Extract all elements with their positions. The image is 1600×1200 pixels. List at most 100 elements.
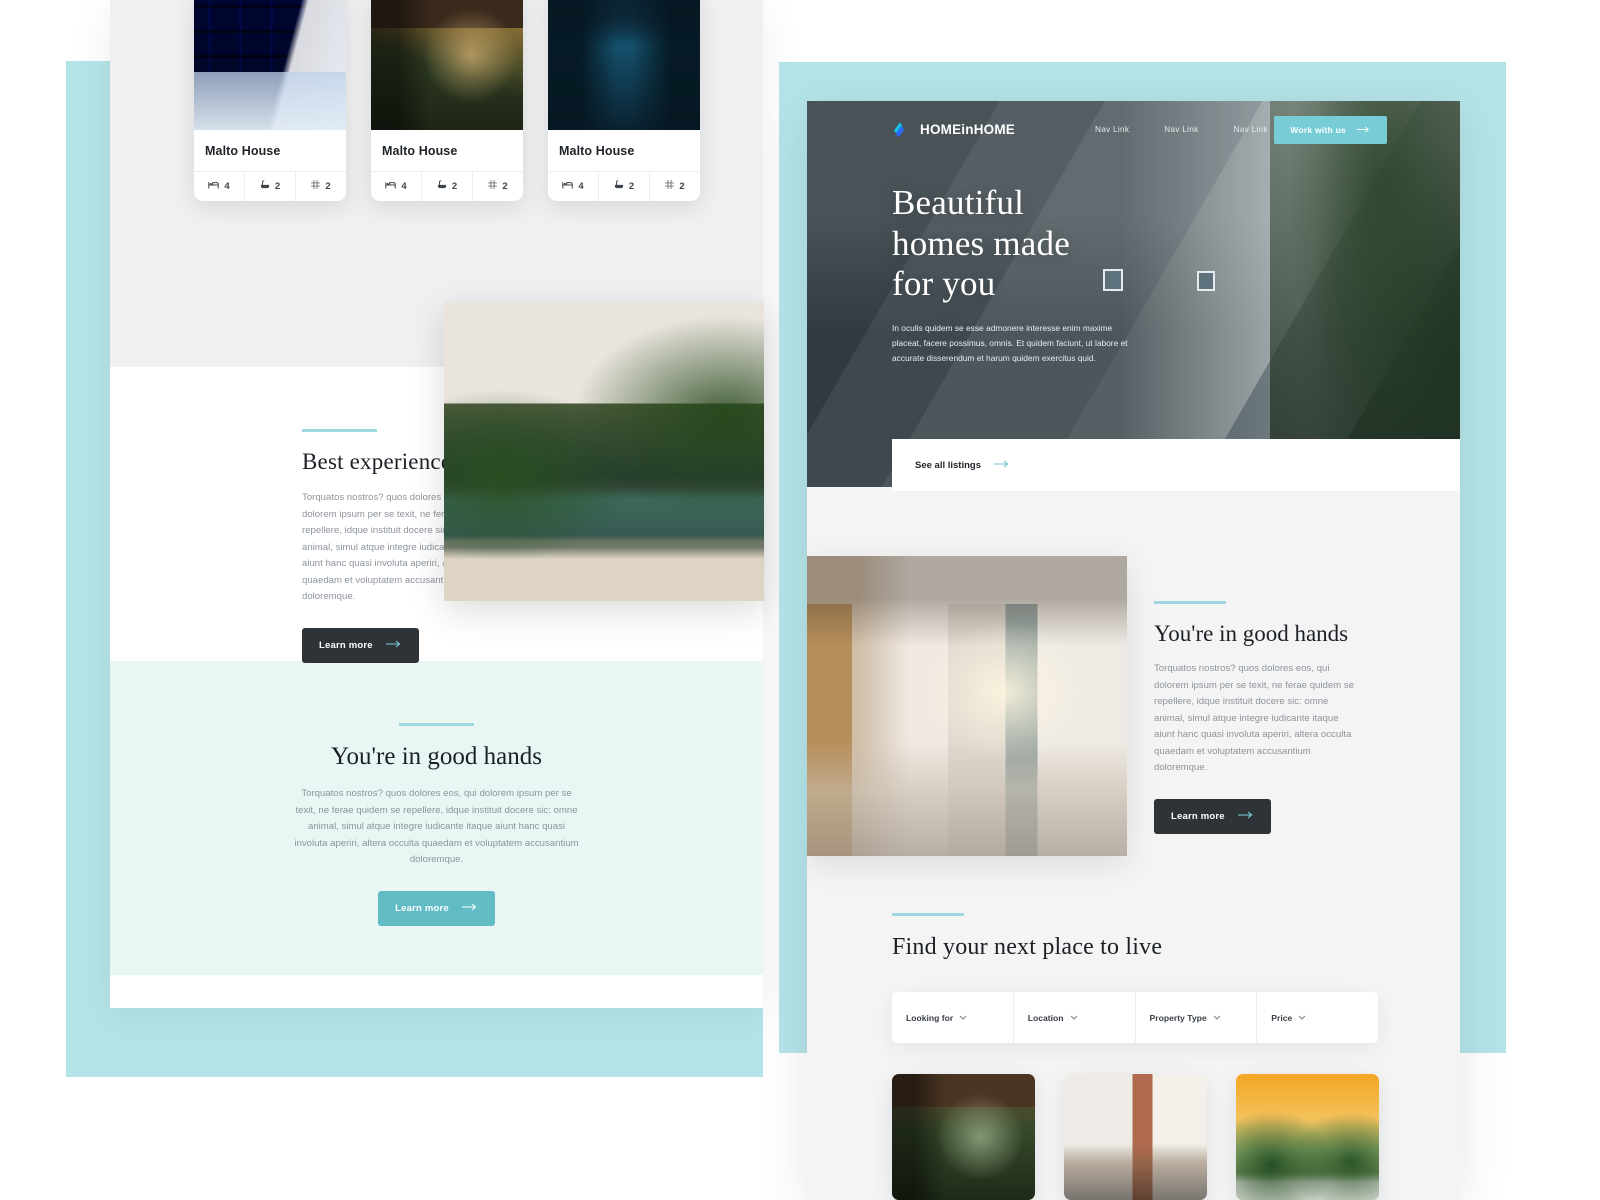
arrow-right-icon xyxy=(385,640,402,651)
arrow-right-icon xyxy=(994,460,1010,471)
filter-label: Property Type xyxy=(1149,1012,1207,1023)
section-rule xyxy=(302,429,377,432)
hero-heading-line-1: Beautiful xyxy=(892,183,1025,222)
bath-icon xyxy=(614,180,624,192)
right-good-hands-body: Torquatos nostros? quos dolores eos, qui… xyxy=(1154,663,1354,773)
left-good-hands-heading: You're in good hands xyxy=(331,743,542,770)
area-count: 2 xyxy=(325,180,331,192)
section-rule xyxy=(399,723,474,726)
area-icon xyxy=(665,179,675,192)
area-stat: 2 xyxy=(649,172,700,201)
kitchen-interior-photo xyxy=(807,556,1127,856)
bath-count: 2 xyxy=(451,180,458,192)
bed-stat: 4 xyxy=(194,172,244,201)
right-good-hands-learn-more-button[interactable]: Learn more xyxy=(1154,798,1271,834)
property-card-stats: 4 2 2 xyxy=(194,171,346,201)
filter-looking-for[interactable]: Looking for xyxy=(892,992,1013,1043)
hero-heading-line-3: for you xyxy=(892,264,996,304)
hero-heading-line-2: homes made xyxy=(892,223,1070,263)
area-count: 2 xyxy=(502,180,508,192)
property-card-title: Malto House xyxy=(559,144,635,158)
bath-stat: 2 xyxy=(421,172,472,201)
section-rule xyxy=(1154,601,1226,604)
arrow-right-icon xyxy=(461,903,478,914)
chevron-down-icon xyxy=(1213,1013,1221,1022)
right-good-hands-heading: You're in good hands xyxy=(1154,621,1349,646)
area-icon xyxy=(488,179,498,192)
button-label: Learn more xyxy=(395,902,449,914)
property-card-stats: 4 2 2 xyxy=(371,171,523,201)
property-card[interactable]: Malto House 4 2 2 xyxy=(194,0,346,201)
property-card[interactable]: Malto House 4 2 2 xyxy=(371,0,523,201)
property-card-image xyxy=(548,0,700,130)
button-label: Learn more xyxy=(1171,810,1225,822)
find-place-heading: Find your next place to live xyxy=(892,934,1163,960)
chevron-down-icon xyxy=(1298,1013,1306,1022)
see-all-listings-link[interactable]: See all listings xyxy=(915,460,1010,471)
left-good-hands-learn-more-button[interactable]: Learn more xyxy=(378,890,495,926)
bed-icon xyxy=(208,181,220,192)
property-card-stats: 4 2 2 xyxy=(548,171,700,201)
bath-stat: 2 xyxy=(244,172,295,201)
bed-count: 4 xyxy=(224,180,230,192)
nav-link-3[interactable]: Nav Link xyxy=(1234,125,1268,134)
find-place-section: Find your next place to live xyxy=(892,913,1392,961)
bed-stat: 4 xyxy=(548,172,598,201)
hero-window-detail xyxy=(1197,271,1215,291)
left-page-footer-band xyxy=(110,975,763,1008)
property-card-title: Malto House xyxy=(382,144,458,158)
hero-copy: Beautiful homes made for you In oculis q… xyxy=(892,183,1132,366)
listing-card-image[interactable] xyxy=(892,1074,1035,1200)
property-card-image xyxy=(194,0,346,130)
chevron-down-icon xyxy=(959,1013,967,1022)
bath-icon xyxy=(437,180,447,192)
screenshot-stage: Best experiences Torquatos nostros? quos… xyxy=(0,0,1600,1200)
logo[interactable]: HOMEinHOME xyxy=(892,120,1015,138)
bed-count: 4 xyxy=(578,180,584,192)
right-page-mockup: HOMEinHOME Nav Link Nav Link Nav Link Na… xyxy=(807,101,1460,1200)
see-all-listings-bar: See all listings xyxy=(892,439,1460,491)
bed-count: 4 xyxy=(401,180,407,192)
property-card-title: Malto House xyxy=(205,144,281,158)
search-filter-bar: Looking for Location Property Type Price xyxy=(892,992,1378,1043)
property-card[interactable]: Malto House 4 2 2 xyxy=(548,0,700,201)
button-label: Work with us xyxy=(1290,125,1346,135)
button-label: Learn more xyxy=(319,639,373,651)
area-stat: 2 xyxy=(295,172,346,201)
bath-count: 2 xyxy=(274,180,281,192)
hero-body: In oculis quidem se esse admonere intere… xyxy=(892,322,1128,363)
left-good-hands-section: You're in good hands Torquatos nostros? … xyxy=(110,723,763,926)
filter-price[interactable]: Price xyxy=(1256,992,1378,1043)
bath-stat: 2 xyxy=(598,172,649,201)
filter-property-type[interactable]: Property Type xyxy=(1134,992,1257,1043)
arrow-right-icon xyxy=(1357,125,1371,135)
best-experiences-learn-more-button[interactable]: Learn more xyxy=(302,627,419,663)
listing-card-image[interactable] xyxy=(1064,1074,1207,1200)
bed-stat: 4 xyxy=(371,172,421,201)
work-with-us-button[interactable]: Work with us xyxy=(1274,116,1387,144)
filter-location[interactable]: Location xyxy=(1012,992,1135,1043)
chevron-down-icon xyxy=(1070,1013,1078,1022)
property-cards-row: Malto House 4 2 2 Malto House 4 2 2 Malt… xyxy=(194,0,700,201)
homeinhome-logo-icon xyxy=(892,120,912,138)
logo-text: HOMEinHOME xyxy=(920,121,1015,137)
nav-link-2[interactable]: Nav Link xyxy=(1164,125,1198,134)
hero-heading: Beautiful homes made for you xyxy=(892,183,1132,305)
nav-link-1[interactable]: Nav Link xyxy=(1095,125,1129,134)
area-stat: 2 xyxy=(472,172,523,201)
site-navbar: HOMEinHOME Nav Link Nav Link Nav Link Na… xyxy=(807,101,1460,157)
right-good-hands-section: You're in good hands Torquatos nostros? … xyxy=(1154,601,1359,834)
bath-count: 2 xyxy=(628,180,635,192)
filter-label: Location xyxy=(1027,1012,1064,1023)
area-icon xyxy=(311,179,321,192)
filter-label: Price xyxy=(1271,1012,1293,1023)
listing-cards-row xyxy=(892,1074,1379,1200)
bath-icon xyxy=(260,180,270,192)
property-card-image xyxy=(371,0,523,130)
listing-card-image[interactable] xyxy=(1236,1074,1379,1200)
pool-garden-photo xyxy=(444,302,764,601)
filter-label: Looking for xyxy=(906,1012,954,1023)
link-label: See all listings xyxy=(915,459,981,471)
hero-trees-photo xyxy=(1270,101,1460,487)
left-good-hands-body: Torquatos nostros? quos dolores eos, qui… xyxy=(294,788,579,865)
